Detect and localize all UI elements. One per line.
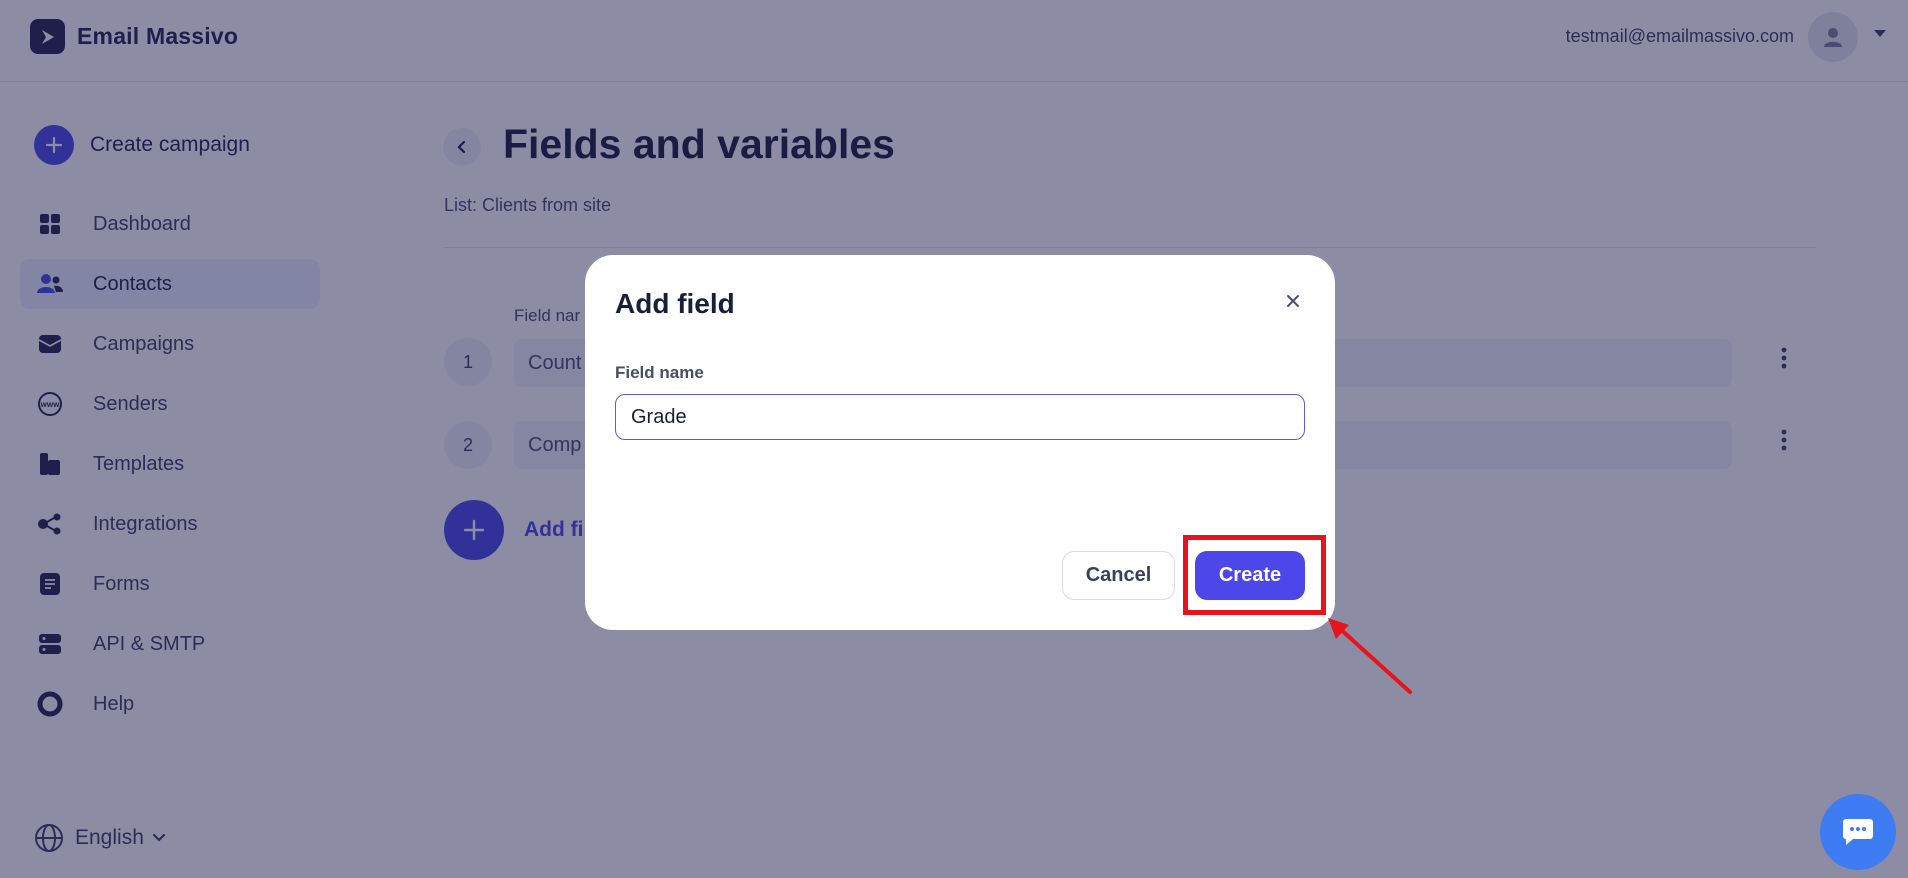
cancel-button[interactable]: Cancel [1062,551,1175,600]
field-name-input[interactable] [615,394,1305,440]
chat-icon [1843,819,1873,845]
annotation-highlight-box [1183,535,1326,615]
chat-widget-button[interactable] [1820,794,1896,870]
dialog-title: Add field [615,288,735,319]
field-name-label: Field name [615,363,704,382]
close-icon[interactable] [1281,289,1305,313]
